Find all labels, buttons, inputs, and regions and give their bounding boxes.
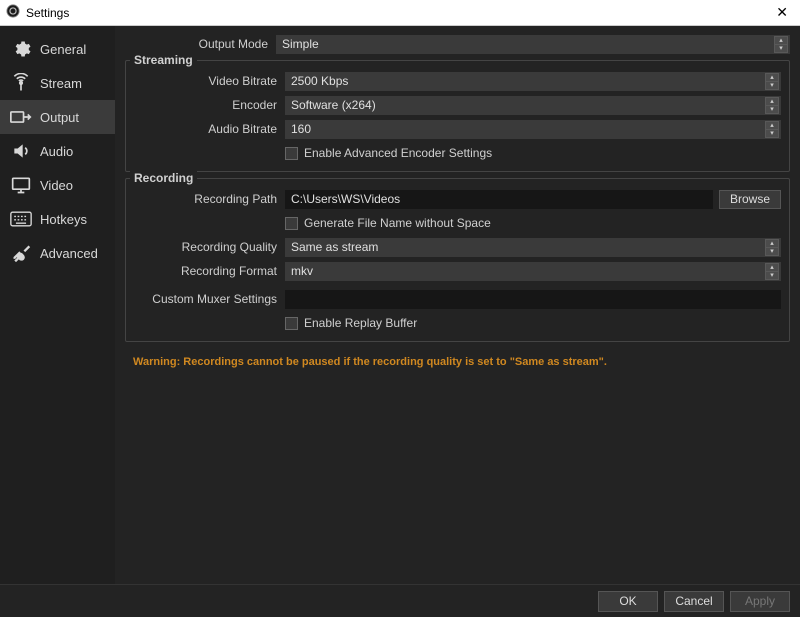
video-bitrate-input[interactable]: 2500 Kbps ▴▾: [285, 72, 781, 91]
sidebar-item-label: Video: [40, 178, 73, 193]
encoder-label: Encoder: [134, 98, 279, 112]
ok-button[interactable]: OK: [598, 591, 658, 612]
sidebar-item-video[interactable]: Video: [0, 168, 115, 202]
apply-button[interactable]: Apply: [730, 591, 790, 612]
recording-path-label: Recording Path: [134, 192, 279, 206]
spinner-icon: ▴▾: [765, 73, 779, 90]
antenna-icon: [10, 72, 32, 94]
audio-bitrate-select[interactable]: 160 ▴▾: [285, 120, 781, 139]
cancel-button[interactable]: Cancel: [664, 591, 724, 612]
titlebar: Settings ✕: [0, 0, 800, 26]
no-space-checkbox[interactable]: Generate File Name without Space: [285, 216, 781, 230]
recording-path-input[interactable]: C:\Users\WS\Videos: [285, 190, 713, 209]
recording-quality-value: Same as stream: [291, 240, 378, 254]
sidebar-item-general[interactable]: General: [0, 32, 115, 66]
muxer-label: Custom Muxer Settings: [134, 292, 279, 306]
spinner-icon: ▴▾: [765, 121, 779, 138]
recording-group: Recording Recording Path C:\Users\WS\Vid…: [125, 178, 790, 342]
video-bitrate-label: Video Bitrate: [134, 74, 279, 88]
no-space-label: Generate File Name without Space: [304, 216, 491, 230]
close-button[interactable]: ✕: [770, 4, 794, 21]
encoder-value: Software (x264): [291, 98, 376, 112]
sidebar-item-label: Stream: [40, 76, 82, 91]
spinner-icon: ▴▾: [774, 36, 788, 53]
advanced-encoder-label: Enable Advanced Encoder Settings: [304, 146, 492, 160]
monitor-icon: [10, 174, 32, 196]
output-mode-label: Output Mode: [125, 37, 270, 51]
output-mode-value: Simple: [282, 37, 319, 51]
output-mode-row: Output Mode Simple ▴▾: [125, 34, 790, 54]
checkbox-icon: [285, 217, 298, 230]
recording-legend: Recording: [130, 171, 197, 185]
recording-quality-label: Recording Quality: [134, 240, 279, 254]
spinner-icon: ▴▾: [765, 97, 779, 114]
audio-bitrate-label: Audio Bitrate: [134, 122, 279, 136]
window-title: Settings: [26, 6, 770, 20]
keyboard-icon: [10, 208, 32, 230]
streaming-legend: Streaming: [130, 53, 197, 67]
muxer-input[interactable]: [285, 290, 781, 309]
checkbox-icon: [285, 317, 298, 330]
recording-path-value: C:\Users\WS\Videos: [291, 192, 400, 206]
advanced-encoder-checkbox[interactable]: Enable Advanced Encoder Settings: [285, 146, 781, 160]
sidebar-item-label: Output: [40, 110, 79, 125]
sidebar-item-label: Advanced: [40, 246, 98, 261]
sidebar-item-label: General: [40, 42, 86, 57]
warning-text: Warning: Recordings cannot be paused if …: [125, 356, 790, 368]
sidebar-item-hotkeys[interactable]: Hotkeys: [0, 202, 115, 236]
sidebar: General Stream Output Audio Video: [0, 26, 115, 584]
video-bitrate-value: 2500 Kbps: [291, 74, 348, 88]
replay-buffer-label: Enable Replay Buffer: [304, 316, 417, 330]
recording-format-label: Recording Format: [134, 264, 279, 278]
output-mode-select[interactable]: Simple ▴▾: [276, 35, 790, 54]
gear-icon: [10, 38, 32, 60]
sidebar-item-output[interactable]: Output: [0, 100, 115, 134]
sidebar-item-advanced[interactable]: Advanced: [0, 236, 115, 270]
recording-format-value: mkv: [291, 264, 313, 278]
sidebar-item-label: Audio: [40, 144, 73, 159]
streaming-group: Streaming Video Bitrate 2500 Kbps ▴▾ Enc…: [125, 60, 790, 172]
content: Output Mode Simple ▴▾ Streaming Video Bi…: [115, 26, 800, 584]
sidebar-item-audio[interactable]: Audio: [0, 134, 115, 168]
checkbox-icon: [285, 147, 298, 160]
speaker-icon: [10, 140, 32, 162]
footer: OK Cancel Apply: [0, 584, 800, 617]
recording-quality-select[interactable]: Same as stream ▴▾: [285, 238, 781, 257]
tools-icon: [10, 242, 32, 264]
encoder-select[interactable]: Software (x264) ▴▾: [285, 96, 781, 115]
spinner-icon: ▴▾: [765, 263, 779, 280]
recording-format-select[interactable]: mkv ▴▾: [285, 262, 781, 281]
obs-icon: [6, 4, 26, 21]
sidebar-item-label: Hotkeys: [40, 212, 87, 227]
output-icon: [10, 106, 32, 128]
replay-buffer-checkbox[interactable]: Enable Replay Buffer: [285, 316, 781, 330]
browse-button[interactable]: Browse: [719, 190, 781, 209]
spinner-icon: ▴▾: [765, 239, 779, 256]
sidebar-item-stream[interactable]: Stream: [0, 66, 115, 100]
audio-bitrate-value: 160: [291, 122, 311, 136]
